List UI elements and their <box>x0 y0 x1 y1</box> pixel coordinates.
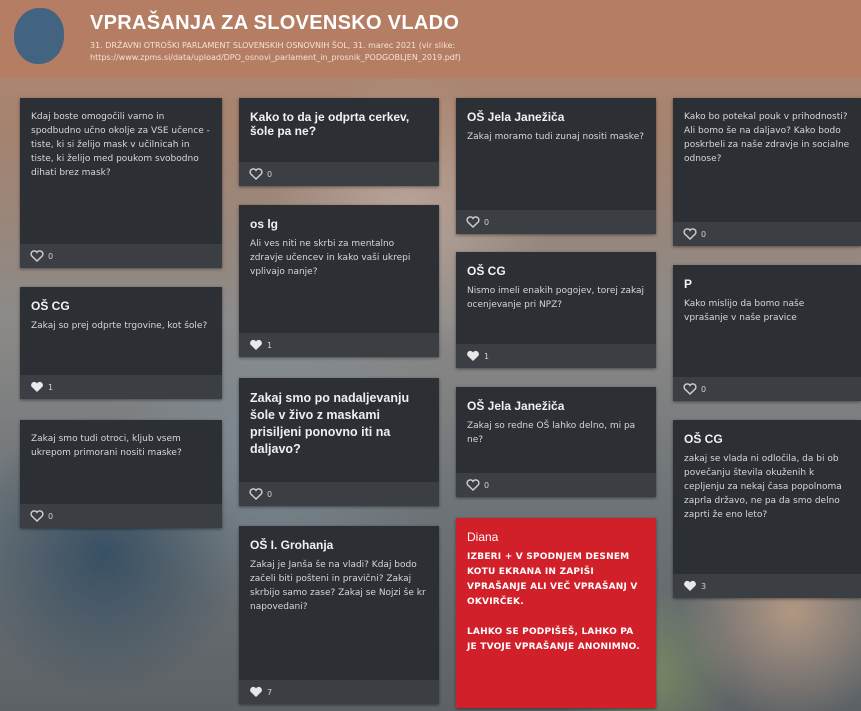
post-text: Kako bo potekal pouk v prihodnosti? Ali … <box>684 112 850 164</box>
post-author: P <box>684 277 693 291</box>
like-count: 0 <box>267 169 273 179</box>
like-count: 3 <box>701 581 707 591</box>
like-count: 0 <box>701 229 707 239</box>
like-count: 1 <box>267 340 273 350</box>
post-text: Kako mislijo da bomo naše vprašanje v na… <box>684 299 805 323</box>
post-author: OŠ CG <box>684 432 723 446</box>
post-card[interactable]: OŠ CG Nismo imeli enakih pogojev, torej … <box>456 252 656 368</box>
post-text: Zakaj smo tudi otroci, kljub vsem ukrepo… <box>31 434 182 458</box>
post-card[interactable]: Kako to da je odprta cerkev, šole pa ne?… <box>239 98 439 186</box>
post-text: Kdaj boste omogočili varno in spodbudno … <box>31 112 210 178</box>
heart-icon[interactable] <box>30 381 44 393</box>
post-footer: 0 <box>456 473 656 497</box>
post-text: Zakaj moramo tudi zunaj nositi maske? <box>467 132 645 142</box>
post-footer: 0 <box>456 210 656 234</box>
board-title: VPRAŠANJA ZA SLOVENSKO VLADO <box>90 12 460 34</box>
subtitle-line-1: 31. DRŽAVNI OTROŠKI PARLAMENT SLOVENSKIH… <box>90 41 456 50</box>
post-footer: 0 <box>239 162 439 186</box>
heart-icon[interactable] <box>683 383 697 395</box>
like-count: 0 <box>48 251 54 261</box>
post-card[interactable]: Zakaj smo tudi otroci, kljub vsem ukrepo… <box>20 420 222 528</box>
post-card[interactable]: Kdaj boste omogočili varno in spodbudno … <box>20 98 222 268</box>
post-card[interactable]: OŠ Jela Janežiča Zakaj moramo tudi zunaj… <box>456 98 656 234</box>
post-footer: 0 <box>239 482 439 506</box>
post-text: Nismo imeli enakih pogojev, torej zakaj … <box>467 286 645 310</box>
post-card[interactable]: OŠ CG Zakaj so prej odprte trgovine, kot… <box>20 287 222 399</box>
heart-icon[interactable] <box>683 580 697 592</box>
heart-icon[interactable] <box>30 250 44 262</box>
post-author: os lg <box>250 217 279 231</box>
post-footer: 0 <box>673 377 861 401</box>
heart-icon[interactable] <box>466 216 480 228</box>
heart-icon[interactable] <box>683 228 697 240</box>
post-card[interactable]: os lg Ali ves niti ne skrbi za mentalno … <box>239 205 439 357</box>
post-footer: 3 <box>673 574 861 598</box>
post-footer: 0 <box>20 244 222 268</box>
post-author: OŠ CG <box>31 299 70 313</box>
post-text: Zakaj smo po nadaljevanju šole v živo z … <box>250 391 410 456</box>
like-count: 0 <box>48 511 54 521</box>
post-card[interactable]: Kako bo potekal pouk v prihodnosti? Ali … <box>673 98 861 246</box>
post-text: Zakaj je Janša še na vladi? Kdaj bodo za… <box>250 560 426 612</box>
post-text: Zakaj so prej odprte trgovine, kot šole? <box>31 321 208 331</box>
heart-icon[interactable] <box>249 686 263 698</box>
post-text: IZBERI + V SPODNJEM DESNEM KOTU EKRANA I… <box>467 552 640 652</box>
post-card[interactable]: OŠ Jela Janežiča Zakaj so redne OŠ lahko… <box>456 387 656 497</box>
post-footer: 7 <box>239 680 439 704</box>
post-card[interactable]: OŠ CG zakaj se vlada ni odločila, da bi … <box>673 420 861 598</box>
post-text: Ali ves niti ne skrbi za mentalno zdravj… <box>250 239 411 277</box>
post-footer: 1 <box>456 344 656 368</box>
instruction-post-card[interactable]: Diana IZBERI + V SPODNJEM DESNEM KOTU EK… <box>456 518 656 708</box>
post-card[interactable]: Zakaj smo po nadaljevanju šole v živo z … <box>239 378 439 506</box>
heart-icon[interactable] <box>466 479 480 491</box>
post-card[interactable]: OŠ I. Grohanja Zakaj je Janša še na vlad… <box>239 526 439 704</box>
post-footer: 1 <box>20 375 222 399</box>
post-author: Kako to da je odprta cerkev, šole pa ne? <box>250 110 410 138</box>
post-author: OŠ Jela Janežiča <box>467 110 565 124</box>
post-author: Diana <box>467 530 499 544</box>
post-text: zakaj se vlada ni odločila, da bi ob pov… <box>684 454 842 520</box>
post-footer: 0 <box>20 504 222 528</box>
post-footer: 1 <box>239 333 439 357</box>
heart-icon[interactable] <box>30 510 44 522</box>
post-author: OŠ I. Grohanja <box>250 538 334 552</box>
post-footer: 0 <box>673 222 861 246</box>
heart-icon[interactable] <box>249 339 263 351</box>
post-author: OŠ Jela Janežiča <box>467 399 565 413</box>
like-count: 0 <box>484 217 490 227</box>
board-subtitle: 31. DRŽAVNI OTROŠKI PARLAMENT SLOVENSKIH… <box>90 40 690 64</box>
post-card[interactable]: P Kako mislijo da bomo naše vprašanje v … <box>673 265 861 401</box>
like-count: 1 <box>48 382 54 392</box>
like-count: 0 <box>484 480 490 490</box>
like-count: 7 <box>267 687 273 697</box>
like-count: 0 <box>701 384 707 394</box>
subtitle-line-2: https://www.zpms.si/data/upload/DPO_osno… <box>90 53 461 62</box>
post-text: Zakaj so redne OŠ lahko delno, mi pa ne? <box>467 421 636 445</box>
padlet-logo-icon <box>14 8 64 64</box>
post-author: OŠ CG <box>467 264 506 278</box>
heart-icon[interactable] <box>249 488 263 500</box>
heart-icon[interactable] <box>249 168 263 180</box>
board-header: VPRAŠANJA ZA SLOVENSKO VLADO 31. DRŽAVNI… <box>0 0 861 78</box>
like-count: 0 <box>267 489 273 499</box>
like-count: 1 <box>484 351 490 361</box>
heart-icon[interactable] <box>466 350 480 362</box>
